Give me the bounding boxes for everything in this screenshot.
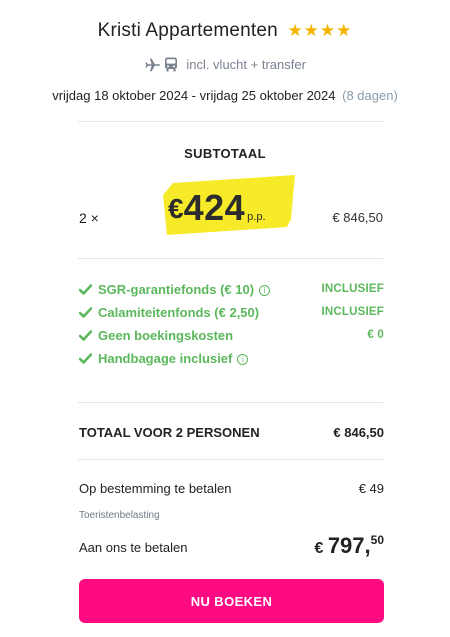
total-amount: € 846,50 bbox=[333, 425, 384, 440]
duration-days: (8 dagen) bbox=[342, 88, 398, 103]
check-icon bbox=[78, 283, 93, 298]
destination-payment: Op bestemming te betalen € 49 bbox=[79, 481, 384, 496]
total-label: TOTAAL VOOR 2 PERSONEN bbox=[79, 425, 260, 440]
inclusion-label: Calamiteitenfonds (€ 2,50) bbox=[98, 305, 260, 320]
divider bbox=[78, 258, 383, 259]
quantity: 2 × bbox=[79, 210, 99, 226]
inclusion-label: Handbagage inclusief bbox=[98, 351, 233, 366]
tourist-tax-label: Toeristenbelasting bbox=[79, 510, 160, 521]
inclusion-item: Handbagage inclusief i bbox=[78, 350, 384, 373]
inclusion-value: € 0 bbox=[367, 329, 384, 341]
hotel-name: Kristi Appartementen bbox=[97, 20, 278, 41]
hotel-title-row: Kristi Appartementen ★★★★ bbox=[0, 20, 450, 42]
pay-label: Aan ons te betalen bbox=[79, 540, 188, 555]
inclusion-item: SGR-garantiefonds (€ 10) i INCLUSIEF bbox=[78, 281, 384, 304]
price-currency: € bbox=[168, 193, 184, 224]
check-icon bbox=[78, 329, 93, 344]
check-icon bbox=[78, 306, 93, 321]
divider bbox=[78, 402, 383, 403]
travel-dates: vrijdag 18 oktober 2024 - vrijdag 25 okt… bbox=[0, 88, 450, 103]
pay-amount: € 797,50 bbox=[314, 533, 384, 559]
inclusion-label: Geen boekingskosten bbox=[98, 328, 234, 343]
row-total: € 846,50 bbox=[332, 210, 383, 225]
inclusion-item: Geen boekingskosten € 0 bbox=[78, 327, 384, 350]
inclusions-list: SGR-garantiefonds (€ 10) i INCLUSIEF Cala… bbox=[78, 281, 384, 373]
info-icon[interactable]: i bbox=[259, 285, 271, 296]
transport-text: incl. vlucht + transfer bbox=[186, 57, 306, 72]
plane-icon bbox=[144, 57, 164, 72]
date-range: vrijdag 18 oktober 2024 - vrijdag 25 okt… bbox=[52, 88, 336, 103]
price-amount: 424 bbox=[183, 187, 246, 228]
destination-label: Op bestemming te betalen bbox=[79, 481, 232, 496]
pay-currency: € bbox=[314, 540, 324, 557]
price-row: 2 × €424 p.p. € 846,50 bbox=[0, 175, 450, 235]
divider bbox=[78, 121, 383, 122]
star-rating: ★★★★ bbox=[287, 21, 353, 40]
info-icon[interactable]: i bbox=[237, 354, 249, 365]
bus-icon bbox=[164, 57, 182, 72]
inclusion-value: INCLUSIEF bbox=[321, 283, 384, 295]
inclusion-item: Calamiteitenfonds (€ 2,50) INCLUSIEF bbox=[78, 304, 384, 327]
per-person-label: p.p. bbox=[247, 211, 266, 223]
pay-amount-cents: 50 bbox=[370, 533, 384, 547]
transport-info: incl. vlucht + transfer bbox=[0, 57, 450, 72]
check-icon bbox=[78, 352, 93, 367]
inclusion-value: INCLUSIEF bbox=[321, 306, 384, 318]
inclusion-label: SGR-garantiefonds (€ 10) bbox=[98, 282, 255, 297]
pay-to-us: Aan ons te betalen € 797,50 bbox=[79, 533, 384, 563]
subtotal-label: SUBTOTAAL bbox=[184, 146, 266, 161]
pay-amount-whole: 797, bbox=[327, 533, 371, 558]
destination-amount: € 49 bbox=[358, 481, 384, 496]
price-per-person: €424 p.p. bbox=[168, 187, 266, 229]
total-line: TOTAAL VOOR 2 PERSONEN € 846,50 bbox=[79, 425, 384, 440]
divider bbox=[78, 459, 383, 460]
book-now-button[interactable]: NU BOEKEN bbox=[79, 579, 384, 623]
